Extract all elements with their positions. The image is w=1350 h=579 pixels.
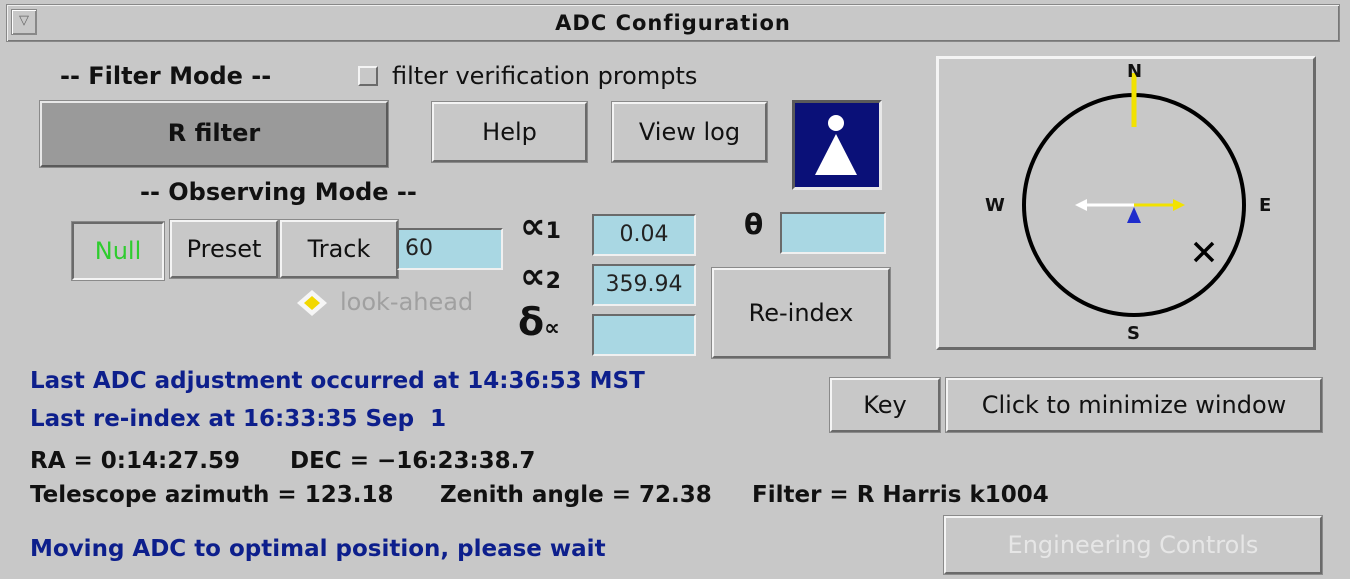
adc-compass-display: N S W E [936, 56, 1316, 350]
view-log-button[interactable]: View log [611, 101, 768, 163]
theta-symbol: θ [744, 208, 764, 241]
yellow-arrow-head [1173, 199, 1185, 211]
compass-west-label: W [985, 195, 1005, 216]
theta-field[interactable] [780, 212, 886, 254]
last-adjustment-status: Last ADC adjustment occurred at 14:36:53… [30, 368, 645, 394]
info-person-icon[interactable] [792, 100, 882, 190]
filter-verification-checkbox[interactable] [358, 66, 378, 86]
compass-north-label: N [1127, 61, 1143, 82]
telescope-azimuth-readout: Telescope azimuth = 123.18 [30, 482, 394, 508]
r-filter-button[interactable]: R filter [39, 100, 389, 168]
track-mode-button[interactable]: Track [279, 219, 399, 279]
alpha2-symbol: ∝2 [520, 256, 561, 297]
alpha2-field[interactable]: 359.94 [592, 264, 696, 306]
track-interval-input[interactable]: 60 [397, 228, 503, 270]
adc-configuration-window: ▽ ADC Configuration -- Filter Mode -- fi… [0, 0, 1350, 579]
alpha1-symbol: ∝1 [520, 206, 561, 247]
reindex-button[interactable]: Re-index [711, 267, 891, 359]
filter-verification-label: filter verification prompts [392, 62, 698, 90]
filter-readout: Filter = R Harris k1004 [752, 482, 1049, 508]
window-title: ADC Configuration [555, 11, 791, 35]
blue-triangle-marker [1127, 207, 1141, 223]
observing-mode-heading: -- Observing Mode -- [140, 178, 417, 206]
lookahead-label: look-ahead [340, 288, 474, 316]
help-button[interactable]: Help [431, 101, 588, 163]
dec-readout: DEC = −16:23:38.7 [290, 448, 536, 474]
white-arrow-head [1075, 199, 1087, 211]
filter-mode-heading: -- Filter Mode -- [60, 62, 272, 90]
compass-east-label: E [1259, 195, 1272, 216]
minimize-window-button[interactable]: Click to minimize window [945, 377, 1323, 433]
preset-mode-button[interactable]: Preset [169, 219, 279, 279]
key-button[interactable]: Key [829, 377, 941, 433]
status-message: Moving ADC to optimal position, please w… [30, 536, 606, 562]
title-bar[interactable]: ▽ ADC Configuration [6, 4, 1340, 42]
null-mode-button[interactable]: Null [71, 221, 165, 281]
alpha1-field[interactable]: 0.04 [592, 214, 696, 256]
compass-south-label: S [1127, 323, 1140, 344]
delta-alpha-symbol: δ∝ [518, 300, 560, 344]
lookahead-diamond-toggle[interactable] [295, 288, 329, 318]
zenith-angle-readout: Zenith angle = 72.38 [440, 482, 712, 508]
ra-readout: RA = 0:14:27.59 [30, 448, 240, 474]
delta-alpha-field[interactable] [592, 314, 696, 356]
engineering-controls-button[interactable]: Engineering Controls [943, 515, 1323, 575]
last-reindex-status: Last re-index at 16:33:35 Sep 1 [30, 406, 447, 432]
